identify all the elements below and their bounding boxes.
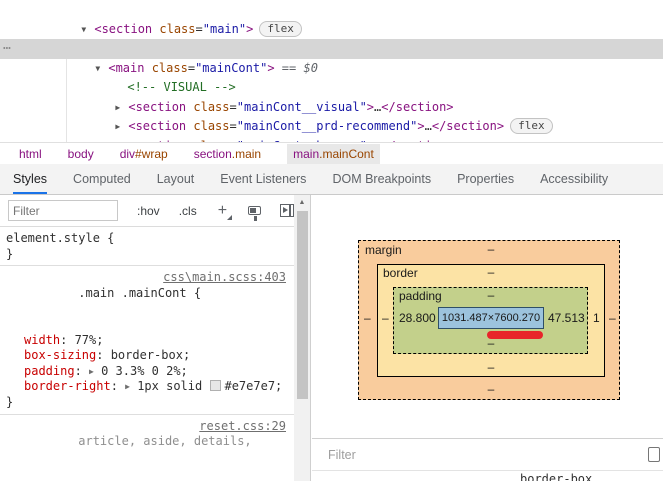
tab-properties[interactable]: Properties	[457, 164, 514, 194]
open-brace: {	[99, 231, 115, 245]
box-model-diagram: margin border padding – – – – – – – – 28…	[358, 240, 620, 400]
colon: :	[74, 363, 90, 378]
margin-label: margin	[365, 243, 402, 257]
crumb-tag: body	[67, 147, 94, 161]
color-swatch[interactable]	[210, 380, 222, 392]
selector: .main .mainCont	[78, 285, 187, 300]
toggle-hover-state-button[interactable]: :hov	[137, 204, 160, 218]
breadcrumb-div-wrap[interactable]: div#wrap	[120, 147, 168, 161]
show-all-checkbox[interactable]	[648, 447, 660, 462]
crumb-tag: div	[119, 147, 136, 161]
property-name: width	[24, 332, 61, 347]
crumb-tag: html	[19, 147, 42, 161]
dom-comment-visual[interactable]: <!-- VISUAL -->	[0, 59, 663, 94]
colon: :	[110, 379, 126, 394]
rule-main-maincont[interactable]: .main .mainCont { css\main.scss:403 widt…	[0, 266, 294, 415]
breadcrumb-section-main[interactable]: section.main	[194, 147, 261, 161]
scrollbar-thumb[interactable]	[296, 211, 308, 399]
padding-right-value[interactable]: 47.513	[548, 311, 585, 325]
tab-event-listeners[interactable]: Event Listeners	[220, 164, 306, 194]
css-property-width[interactable]: width: 77%;	[6, 333, 288, 349]
border-top-value[interactable]: –	[485, 265, 497, 279]
selector-dim: article, aside, details,	[78, 434, 252, 449]
styles-filter-input[interactable]	[8, 200, 118, 221]
open-brace: {	[186, 285, 202, 300]
show-all-toggle[interactable]: Show all	[648, 441, 663, 469]
close-brace: }	[6, 246, 14, 261]
padding-left-value[interactable]: 28.800	[399, 311, 436, 325]
property-value: : border-box;	[96, 348, 191, 363]
property-name: border-right	[24, 379, 111, 394]
crumb-tag: section	[193, 147, 232, 161]
content-dimensions: 1031.487×7600.270	[441, 312, 541, 324]
dropdown-corner-icon	[227, 214, 233, 220]
property-name: box-sizing	[24, 348, 97, 363]
property-value: : 77%;	[60, 332, 104, 347]
styles-rule-list: element.style { } .main .mainCont { css\…	[0, 227, 294, 481]
tab-styles[interactable]: Styles	[13, 164, 47, 194]
tab-dom-breakpoints[interactable]: DOM Breakpoints	[332, 164, 431, 194]
crumb-suffix: .main	[231, 147, 262, 161]
close-brace: }	[6, 394, 14, 409]
styles-toolbar: :hov .cls +	[0, 195, 294, 227]
margin-left-value[interactable]: –	[364, 311, 371, 325]
tab-accessibility[interactable]: Accessibility	[540, 164, 608, 194]
property-value: 1px solid	[129, 379, 210, 394]
crumb-tag: main	[293, 147, 320, 161]
margin-bottom-value[interactable]: –	[485, 382, 497, 396]
stylesheet-link[interactable]: css\main.scss:403	[163, 270, 286, 286]
border-label: border	[383, 266, 418, 280]
dom-node-maincont-visual[interactable]: ▶ <section class="mainCont__visual">…</se…	[0, 78, 663, 114]
styles-scrollbar[interactable]: ▲	[294, 195, 310, 481]
rendering-emulation-icon[interactable]	[248, 206, 262, 221]
padding-label: padding	[399, 289, 442, 303]
css-property-padding[interactable]: padding: ▶ 0 3.3% 0 2%;	[6, 364, 288, 380]
plus-icon: +	[217, 201, 228, 219]
dom-node-maincont-prd-recommend[interactable]: ▶ <section class="mainCont__prd-recommend…	[0, 98, 663, 134]
rule-reset-block-elements[interactable]: article, aside, details, reset.css:29 fi…	[0, 415, 294, 481]
computed-property-value: border-box	[520, 472, 593, 481]
padding-top-value[interactable]: –	[485, 288, 497, 302]
crumb-suffix: #wrap	[135, 147, 168, 161]
sidebar-tab-bar: Styles Computed Layout Event Listeners D…	[0, 164, 663, 195]
breadcrumb: html body div#wrap section.main main.mai…	[0, 142, 663, 165]
toggle-element-classes-button[interactable]: .cls	[179, 204, 197, 218]
stylesheet-link[interactable]: reset.css:29	[199, 419, 286, 435]
margin-top-value[interactable]: –	[485, 242, 497, 256]
css-property-box-sizing[interactable]: box-sizing: border-box;	[6, 348, 288, 364]
red-highlight-bar	[487, 331, 543, 339]
property-value: 0 3.3% 0 2%;	[93, 363, 188, 378]
property-value: #e7e7e7;	[224, 379, 283, 394]
styles-pane: :hov .cls + element.style { } .main .mai…	[0, 195, 311, 481]
breadcrumb-main-maincont[interactable]: main.mainCont	[287, 144, 380, 164]
box-model-content-box[interactable]: 1031.487×7600.270	[438, 307, 544, 329]
scroll-up-arrow-icon[interactable]: ▲	[294, 195, 310, 210]
rule-element-style[interactable]: element.style { }	[0, 227, 294, 267]
dom-node-maincont-banner[interactable]: ▶<section class="mainCont__banner">…</se…	[0, 117, 663, 143]
more-actions-icon[interactable]: …	[3, 36, 12, 56]
devtools-window: ▼<section class="main">flex <!-- mainCon…	[0, 0, 663, 481]
tab-computed[interactable]: Computed	[73, 164, 131, 194]
margin-right-value[interactable]: –	[609, 311, 616, 325]
border-bottom-value[interactable]: –	[485, 360, 497, 374]
crumb-suffix: .mainCont	[319, 147, 374, 161]
dom-node-main-maincont-selected[interactable]: … ▼ <main class="mainCont"> == $0	[0, 36, 663, 75]
property-name: padding	[24, 363, 75, 378]
computed-filter-bar: Show all Group	[312, 438, 663, 471]
computed-pane: margin border padding – – – – – – – – 28…	[312, 195, 663, 481]
new-style-rule-button[interactable]: +	[217, 201, 233, 220]
border-right-value[interactable]: 1	[593, 311, 600, 325]
selector: element.style	[6, 231, 100, 245]
computed-filter-input[interactable]	[326, 446, 480, 463]
dom-node-section-main[interactable]: ▼ <section class="main"> flex	[0, 0, 663, 37]
elements-tree: ▼<section class="main">flex <!-- mainCon…	[0, 0, 663, 142]
dom-comment-maincont[interactable]: <!-- mainCont -->	[0, 20, 663, 55]
css-property-border-right[interactable]: border-right: ▶ 1px solid #e7e7e7;	[6, 379, 288, 395]
tab-layout[interactable]: Layout	[157, 164, 195, 194]
breadcrumb-html[interactable]: html	[19, 147, 42, 161]
border-left-value[interactable]: –	[382, 311, 389, 325]
computed-property-row[interactable]: ▶box-sizing border-box	[312, 472, 663, 481]
breadcrumb-body[interactable]: body	[68, 147, 94, 161]
toggle-sidebar-icon[interactable]	[280, 204, 294, 217]
